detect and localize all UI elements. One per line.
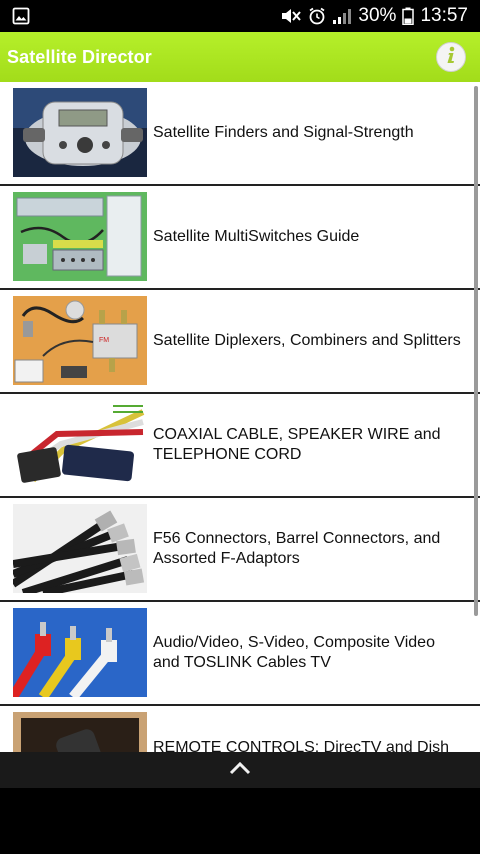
rca-cables-thumbnail — [13, 608, 147, 697]
multiswitch-thumbnail — [13, 192, 147, 281]
list-item[interactable]: FM Satellite Diplexers, Combiners and Sp… — [0, 290, 480, 394]
alarm-icon — [308, 7, 326, 25]
list-item[interactable]: REMOTE CONTROLS: DirecTV and Dish — [0, 706, 480, 752]
diplexer-thumbnail: FM — [13, 296, 147, 385]
navigation-area — [0, 788, 480, 854]
list-item[interactable]: COAXIAL CABLE, SPEAKER WIRE and TELEPHON… — [0, 394, 480, 498]
info-button[interactable] — [436, 42, 466, 72]
bottom-bar — [0, 752, 480, 788]
list-item-label: Satellite Diplexers, Combiners and Split… — [153, 332, 461, 349]
list-item-label: REMOTE CONTROLS: DirecTV and Dish — [153, 739, 450, 752]
list-item[interactable]: F56 Connectors, Barrel Connectors, and A… — [0, 498, 480, 602]
list-item-label: Audio/Video, S-Video, Composite Video an… — [153, 634, 435, 671]
app-title: Satellite Director — [7, 46, 152, 67]
status-bar: 30% 13:57 — [0, 0, 480, 32]
list-item[interactable]: Audio/Video, S-Video, Composite Video an… — [0, 602, 480, 706]
topic-list[interactable]: Satellite Finders and Signal-Strength Sa… — [0, 82, 480, 752]
f-connectors-thumbnail — [13, 504, 147, 593]
image-icon — [12, 7, 30, 25]
battery-percent: 30% — [358, 5, 397, 26]
chevron-up-icon[interactable] — [229, 761, 251, 780]
scrollbar[interactable] — [474, 86, 478, 616]
satellite-finder-thumbnail — [13, 88, 147, 177]
svg-text:FM: FM — [99, 337, 109, 344]
list-item[interactable]: Satellite Finders and Signal-Strength — [0, 82, 480, 186]
clock: 13:57 — [420, 5, 468, 26]
list-item-label: Satellite MultiSwitches Guide — [153, 228, 360, 245]
list-item-label: Satellite Finders and Signal-Strength — [153, 124, 414, 141]
app-bar: Satellite Director — [0, 32, 480, 82]
info-icon — [441, 45, 461, 70]
list-item[interactable]: Satellite MultiSwitches Guide — [0, 186, 480, 290]
remote-controls-thumbnail — [13, 712, 147, 752]
signal-icon — [332, 7, 352, 25]
mute-icon — [280, 7, 302, 25]
list-item-label: COAXIAL CABLE, SPEAKER WIRE and TELEPHON… — [153, 426, 441, 463]
coax-cables-thumbnail — [13, 400, 147, 489]
battery-icon — [402, 7, 415, 26]
list-item-label: F56 Connectors, Barrel Connectors, and A… — [153, 530, 441, 567]
